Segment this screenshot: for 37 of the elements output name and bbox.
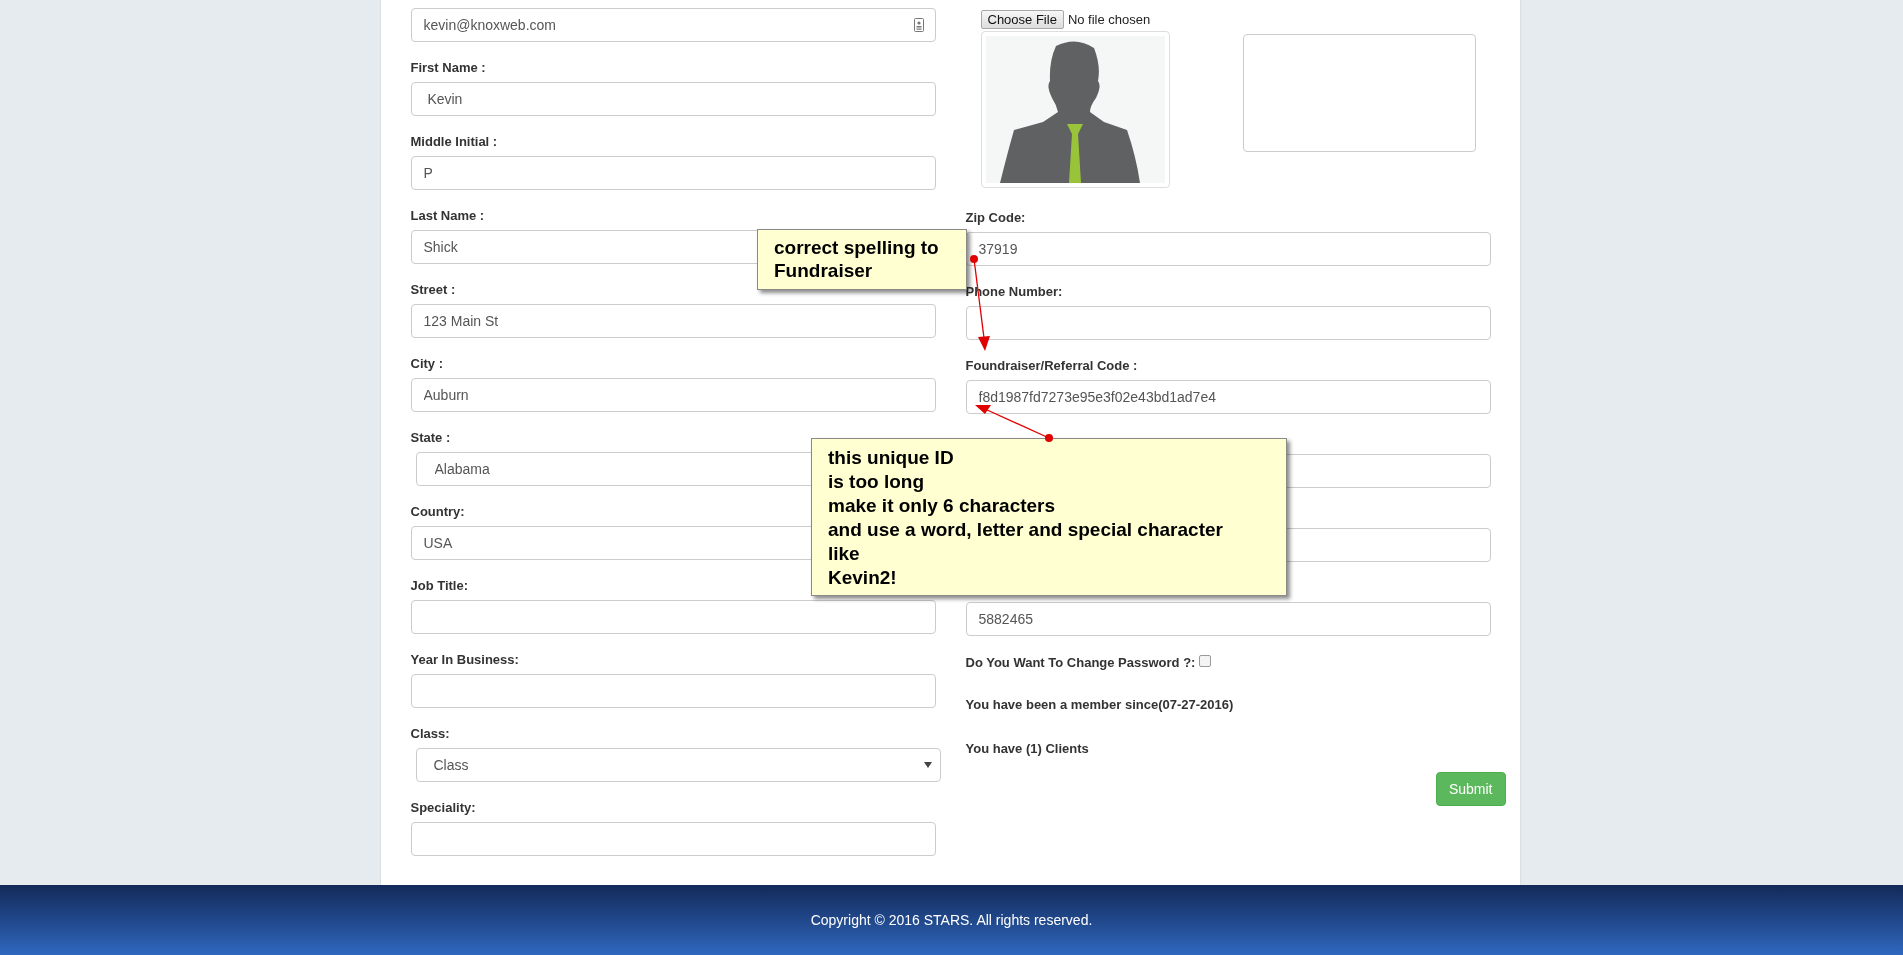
field-label: Foundraiser/Referral Code : [965, 358, 1138, 373]
field-label: Middle Initial : [410, 134, 498, 149]
field-label: Last Name : [410, 208, 485, 223]
text-field[interactable]: f8d1987fd7273e95e3f02e43bd1ad7e4 [965, 380, 1491, 414]
clients-count-text: You have (1) Clients [965, 739, 1090, 758]
choose-file-button[interactable]: Choose File [980, 10, 1064, 29]
field-label: Job Title: [410, 578, 469, 593]
text-field[interactable]: P [410, 156, 936, 190]
text-field[interactable]: 5882465 [965, 602, 1491, 636]
text-field[interactable]: Auburn [410, 378, 936, 412]
field-label: State : [410, 430, 451, 445]
member-since-text: You have been a member since(07-27-2016) [965, 696, 1235, 714]
text-field[interactable] [410, 674, 936, 708]
change-password-checkbox[interactable] [1199, 655, 1212, 667]
field-label: Street : [410, 282, 456, 297]
file-status: No file chosen [1067, 10, 1151, 29]
text-field[interactable]: 123 Main St [410, 304, 936, 338]
contact-card-icon [913, 18, 924, 32]
field-label: Year In Business: [410, 652, 519, 667]
email-field[interactable]: kevin@knoxweb.com [410, 8, 936, 42]
field-label: City : [410, 356, 443, 371]
copyright-text: Copyright © 2016 STARS. All rights reserved. [810, 910, 1093, 930]
class-dropdown[interactable]: Class [415, 748, 941, 782]
field-label: Speciality: [410, 800, 476, 815]
text-field[interactable] [965, 306, 1491, 340]
text-field[interactable] [410, 600, 936, 634]
field-label: Country: [410, 504, 465, 519]
text-field[interactable]: Kevin [410, 82, 936, 116]
caret-icon [923, 762, 932, 768]
change-password-label: Do You Want To Change Password ?: [965, 654, 1196, 673]
field-label: Zip Code: [965, 210, 1026, 225]
annotation-tooltip: this unique ID is too long make it only 6 characters and use a word, letter and special character like Kevin2! [811, 438, 1287, 596]
field-label: First Name : [410, 60, 486, 75]
text-field[interactable]: 37919 [965, 232, 1491, 266]
annotation-tooltip: correct spelling to Fundraiser [757, 229, 967, 290]
field-label: Class: [410, 726, 450, 741]
text-field[interactable] [410, 822, 936, 856]
